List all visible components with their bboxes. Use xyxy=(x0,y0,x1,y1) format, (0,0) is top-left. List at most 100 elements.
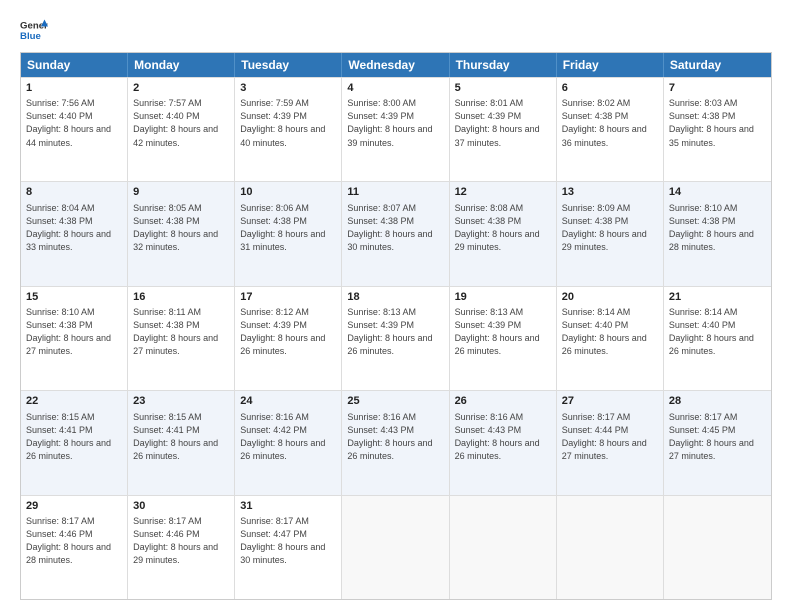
day-number: 4 xyxy=(347,81,443,96)
cell-info: Sunrise: 8:10 AMSunset: 4:38 PMDaylight:… xyxy=(669,202,766,254)
calendar-cell: 3Sunrise: 7:59 AMSunset: 4:39 PMDaylight… xyxy=(235,78,342,181)
header-day-monday: Monday xyxy=(128,53,235,77)
cell-info: Sunrise: 8:17 AMSunset: 4:46 PMDaylight:… xyxy=(133,515,229,567)
cell-info: Sunrise: 8:06 AMSunset: 4:38 PMDaylight:… xyxy=(240,202,336,254)
day-number: 28 xyxy=(669,394,766,409)
day-number: 21 xyxy=(669,290,766,305)
cell-info: Sunrise: 8:17 AMSunset: 4:45 PMDaylight:… xyxy=(669,411,766,463)
header-day-tuesday: Tuesday xyxy=(235,53,342,77)
calendar-cell: 10 Sunrise: 8:06 AMSunset: 4:38 PMDayligh… xyxy=(235,182,342,285)
day-number: 18 xyxy=(347,290,443,305)
header-day-friday: Friday xyxy=(557,53,664,77)
calendar-cell xyxy=(557,496,664,599)
cell-info: Sunrise: 8:17 AMSunset: 4:46 PMDaylight:… xyxy=(26,515,122,567)
day-number: 1 xyxy=(26,81,122,96)
day-number: 9 xyxy=(133,185,229,200)
cell-info: Sunrise: 8:16 AMSunset: 4:43 PMDaylight:… xyxy=(347,411,443,463)
cell-info: Sunrise: 8:01 AMSunset: 4:39 PMDaylight:… xyxy=(455,97,551,149)
calendar-cell: 15Sunrise: 8:10 AMSunset: 4:38 PMDayligh… xyxy=(21,287,128,390)
cell-info: Sunrise: 8:08 AMSunset: 4:38 PMDaylight:… xyxy=(455,202,551,254)
day-number: 23 xyxy=(133,394,229,409)
calendar-cell: 31Sunrise: 8:17 AMSunset: 4:47 PMDayligh… xyxy=(235,496,342,599)
calendar-cell: 7Sunrise: 8:03 AMSunset: 4:38 PMDaylight… xyxy=(664,78,771,181)
cell-info: Sunrise: 8:10 AMSunset: 4:38 PMDaylight:… xyxy=(26,306,122,358)
calendar-cell: 5Sunrise: 8:01 AMSunset: 4:39 PMDaylight… xyxy=(450,78,557,181)
day-number: 30 xyxy=(133,499,229,514)
day-number: 5 xyxy=(455,81,551,96)
calendar-week-3: 22 Sunrise: 8:15 AMSunset: 4:41 PMDayligh… xyxy=(21,390,771,494)
cell-info: Sunrise: 8:17 AMSunset: 4:47 PMDaylight:… xyxy=(240,515,336,567)
calendar: SundayMondayTuesdayWednesdayThursdayFrid… xyxy=(20,52,772,600)
cell-info: Sunrise: 8:14 AMSunset: 4:40 PMDaylight:… xyxy=(562,306,658,358)
day-number: 22 xyxy=(26,394,122,409)
calendar-cell: 25 Sunrise: 8:16 AMSunset: 4:43 PMDayligh… xyxy=(342,391,449,494)
calendar-cell xyxy=(450,496,557,599)
cell-info: Sunrise: 8:00 AMSunset: 4:39 PMDaylight:… xyxy=(347,97,443,149)
cell-info: Sunrise: 8:16 AMSunset: 4:42 PMDaylight:… xyxy=(240,411,336,463)
cell-info: Sunrise: 8:05 AMSunset: 4:38 PMDaylight:… xyxy=(133,202,229,254)
day-number: 27 xyxy=(562,394,658,409)
day-number: 8 xyxy=(26,185,122,200)
calendar-cell: 12 Sunrise: 8:08 AMSunset: 4:38 PMDayligh… xyxy=(450,182,557,285)
cell-info: Sunrise: 7:56 AMSunset: 4:40 PMDaylight:… xyxy=(26,97,122,149)
calendar-cell: 2Sunrise: 7:57 AMSunset: 4:40 PMDaylight… xyxy=(128,78,235,181)
calendar-cell: 19Sunrise: 8:13 AMSunset: 4:39 PMDayligh… xyxy=(450,287,557,390)
logo-icon: General Blue xyxy=(20,16,48,44)
calendar-header: SundayMondayTuesdayWednesdayThursdayFrid… xyxy=(21,53,771,77)
day-number: 17 xyxy=(240,290,336,305)
cell-info: Sunrise: 8:02 AMSunset: 4:38 PMDaylight:… xyxy=(562,97,658,149)
header-day-wednesday: Wednesday xyxy=(342,53,449,77)
page-header: General Blue xyxy=(20,16,772,44)
cell-info: Sunrise: 8:12 AMSunset: 4:39 PMDaylight:… xyxy=(240,306,336,358)
header-day-saturday: Saturday xyxy=(664,53,771,77)
calendar-cell: 30Sunrise: 8:17 AMSunset: 4:46 PMDayligh… xyxy=(128,496,235,599)
day-number: 24 xyxy=(240,394,336,409)
calendar-cell: 17Sunrise: 8:12 AMSunset: 4:39 PMDayligh… xyxy=(235,287,342,390)
calendar-week-2: 15Sunrise: 8:10 AMSunset: 4:38 PMDayligh… xyxy=(21,286,771,390)
day-number: 29 xyxy=(26,499,122,514)
calendar-cell xyxy=(342,496,449,599)
day-number: 12 xyxy=(455,185,551,200)
calendar-cell: 26 Sunrise: 8:16 AMSunset: 4:43 PMDayligh… xyxy=(450,391,557,494)
cell-info: Sunrise: 8:03 AMSunset: 4:38 PMDaylight:… xyxy=(669,97,766,149)
calendar-cell: 8 Sunrise: 8:04 AMSunset: 4:38 PMDaylight… xyxy=(21,182,128,285)
calendar-cell: 13Sunrise: 8:09 AMSunset: 4:38 PMDayligh… xyxy=(557,182,664,285)
day-number: 3 xyxy=(240,81,336,96)
cell-info: Sunrise: 8:15 AMSunset: 4:41 PMDaylight:… xyxy=(133,411,229,463)
cell-info: Sunrise: 8:17 AMSunset: 4:44 PMDaylight:… xyxy=(562,411,658,463)
day-number: 19 xyxy=(455,290,551,305)
cell-info: Sunrise: 8:04 AMSunset: 4:38 PMDaylight:… xyxy=(26,202,122,254)
calendar-cell: 9 Sunrise: 8:05 AMSunset: 4:38 PMDaylight… xyxy=(128,182,235,285)
calendar-cell: 21Sunrise: 8:14 AMSunset: 4:40 PMDayligh… xyxy=(664,287,771,390)
day-number: 25 xyxy=(347,394,443,409)
day-number: 31 xyxy=(240,499,336,514)
calendar-cell: 1Sunrise: 7:56 AMSunset: 4:40 PMDaylight… xyxy=(21,78,128,181)
cell-info: Sunrise: 8:13 AMSunset: 4:39 PMDaylight:… xyxy=(347,306,443,358)
calendar-cell: 4Sunrise: 8:00 AMSunset: 4:39 PMDaylight… xyxy=(342,78,449,181)
cell-info: Sunrise: 7:57 AMSunset: 4:40 PMDaylight:… xyxy=(133,97,229,149)
day-number: 6 xyxy=(562,81,658,96)
cell-info: Sunrise: 8:07 AMSunset: 4:38 PMDaylight:… xyxy=(347,202,443,254)
calendar-week-4: 29Sunrise: 8:17 AMSunset: 4:46 PMDayligh… xyxy=(21,495,771,599)
cell-info: Sunrise: 8:15 AMSunset: 4:41 PMDaylight:… xyxy=(26,411,122,463)
cell-info: Sunrise: 8:16 AMSunset: 4:43 PMDaylight:… xyxy=(455,411,551,463)
day-number: 26 xyxy=(455,394,551,409)
day-number: 2 xyxy=(133,81,229,96)
day-number: 10 xyxy=(240,185,336,200)
cell-info: Sunrise: 7:59 AMSunset: 4:39 PMDaylight:… xyxy=(240,97,336,149)
cell-info: Sunrise: 8:11 AMSunset: 4:38 PMDaylight:… xyxy=(133,306,229,358)
calendar-cell: 23 Sunrise: 8:15 AMSunset: 4:41 PMDayligh… xyxy=(128,391,235,494)
calendar-cell: 27 Sunrise: 8:17 AMSunset: 4:44 PMDayligh… xyxy=(557,391,664,494)
calendar-cell: 24 Sunrise: 8:16 AMSunset: 4:42 PMDayligh… xyxy=(235,391,342,494)
day-number: 7 xyxy=(669,81,766,96)
day-number: 13 xyxy=(562,185,658,200)
calendar-cell: 18Sunrise: 8:13 AMSunset: 4:39 PMDayligh… xyxy=(342,287,449,390)
calendar-week-0: 1Sunrise: 7:56 AMSunset: 4:40 PMDaylight… xyxy=(21,77,771,181)
calendar-week-1: 8 Sunrise: 8:04 AMSunset: 4:38 PMDaylight… xyxy=(21,181,771,285)
header-day-thursday: Thursday xyxy=(450,53,557,77)
calendar-cell: 16Sunrise: 8:11 AMSunset: 4:38 PMDayligh… xyxy=(128,287,235,390)
calendar-cell: 14Sunrise: 8:10 AMSunset: 4:38 PMDayligh… xyxy=(664,182,771,285)
cell-info: Sunrise: 8:13 AMSunset: 4:39 PMDaylight:… xyxy=(455,306,551,358)
calendar-cell xyxy=(664,496,771,599)
calendar-cell: 28 Sunrise: 8:17 AMSunset: 4:45 PMDayligh… xyxy=(664,391,771,494)
